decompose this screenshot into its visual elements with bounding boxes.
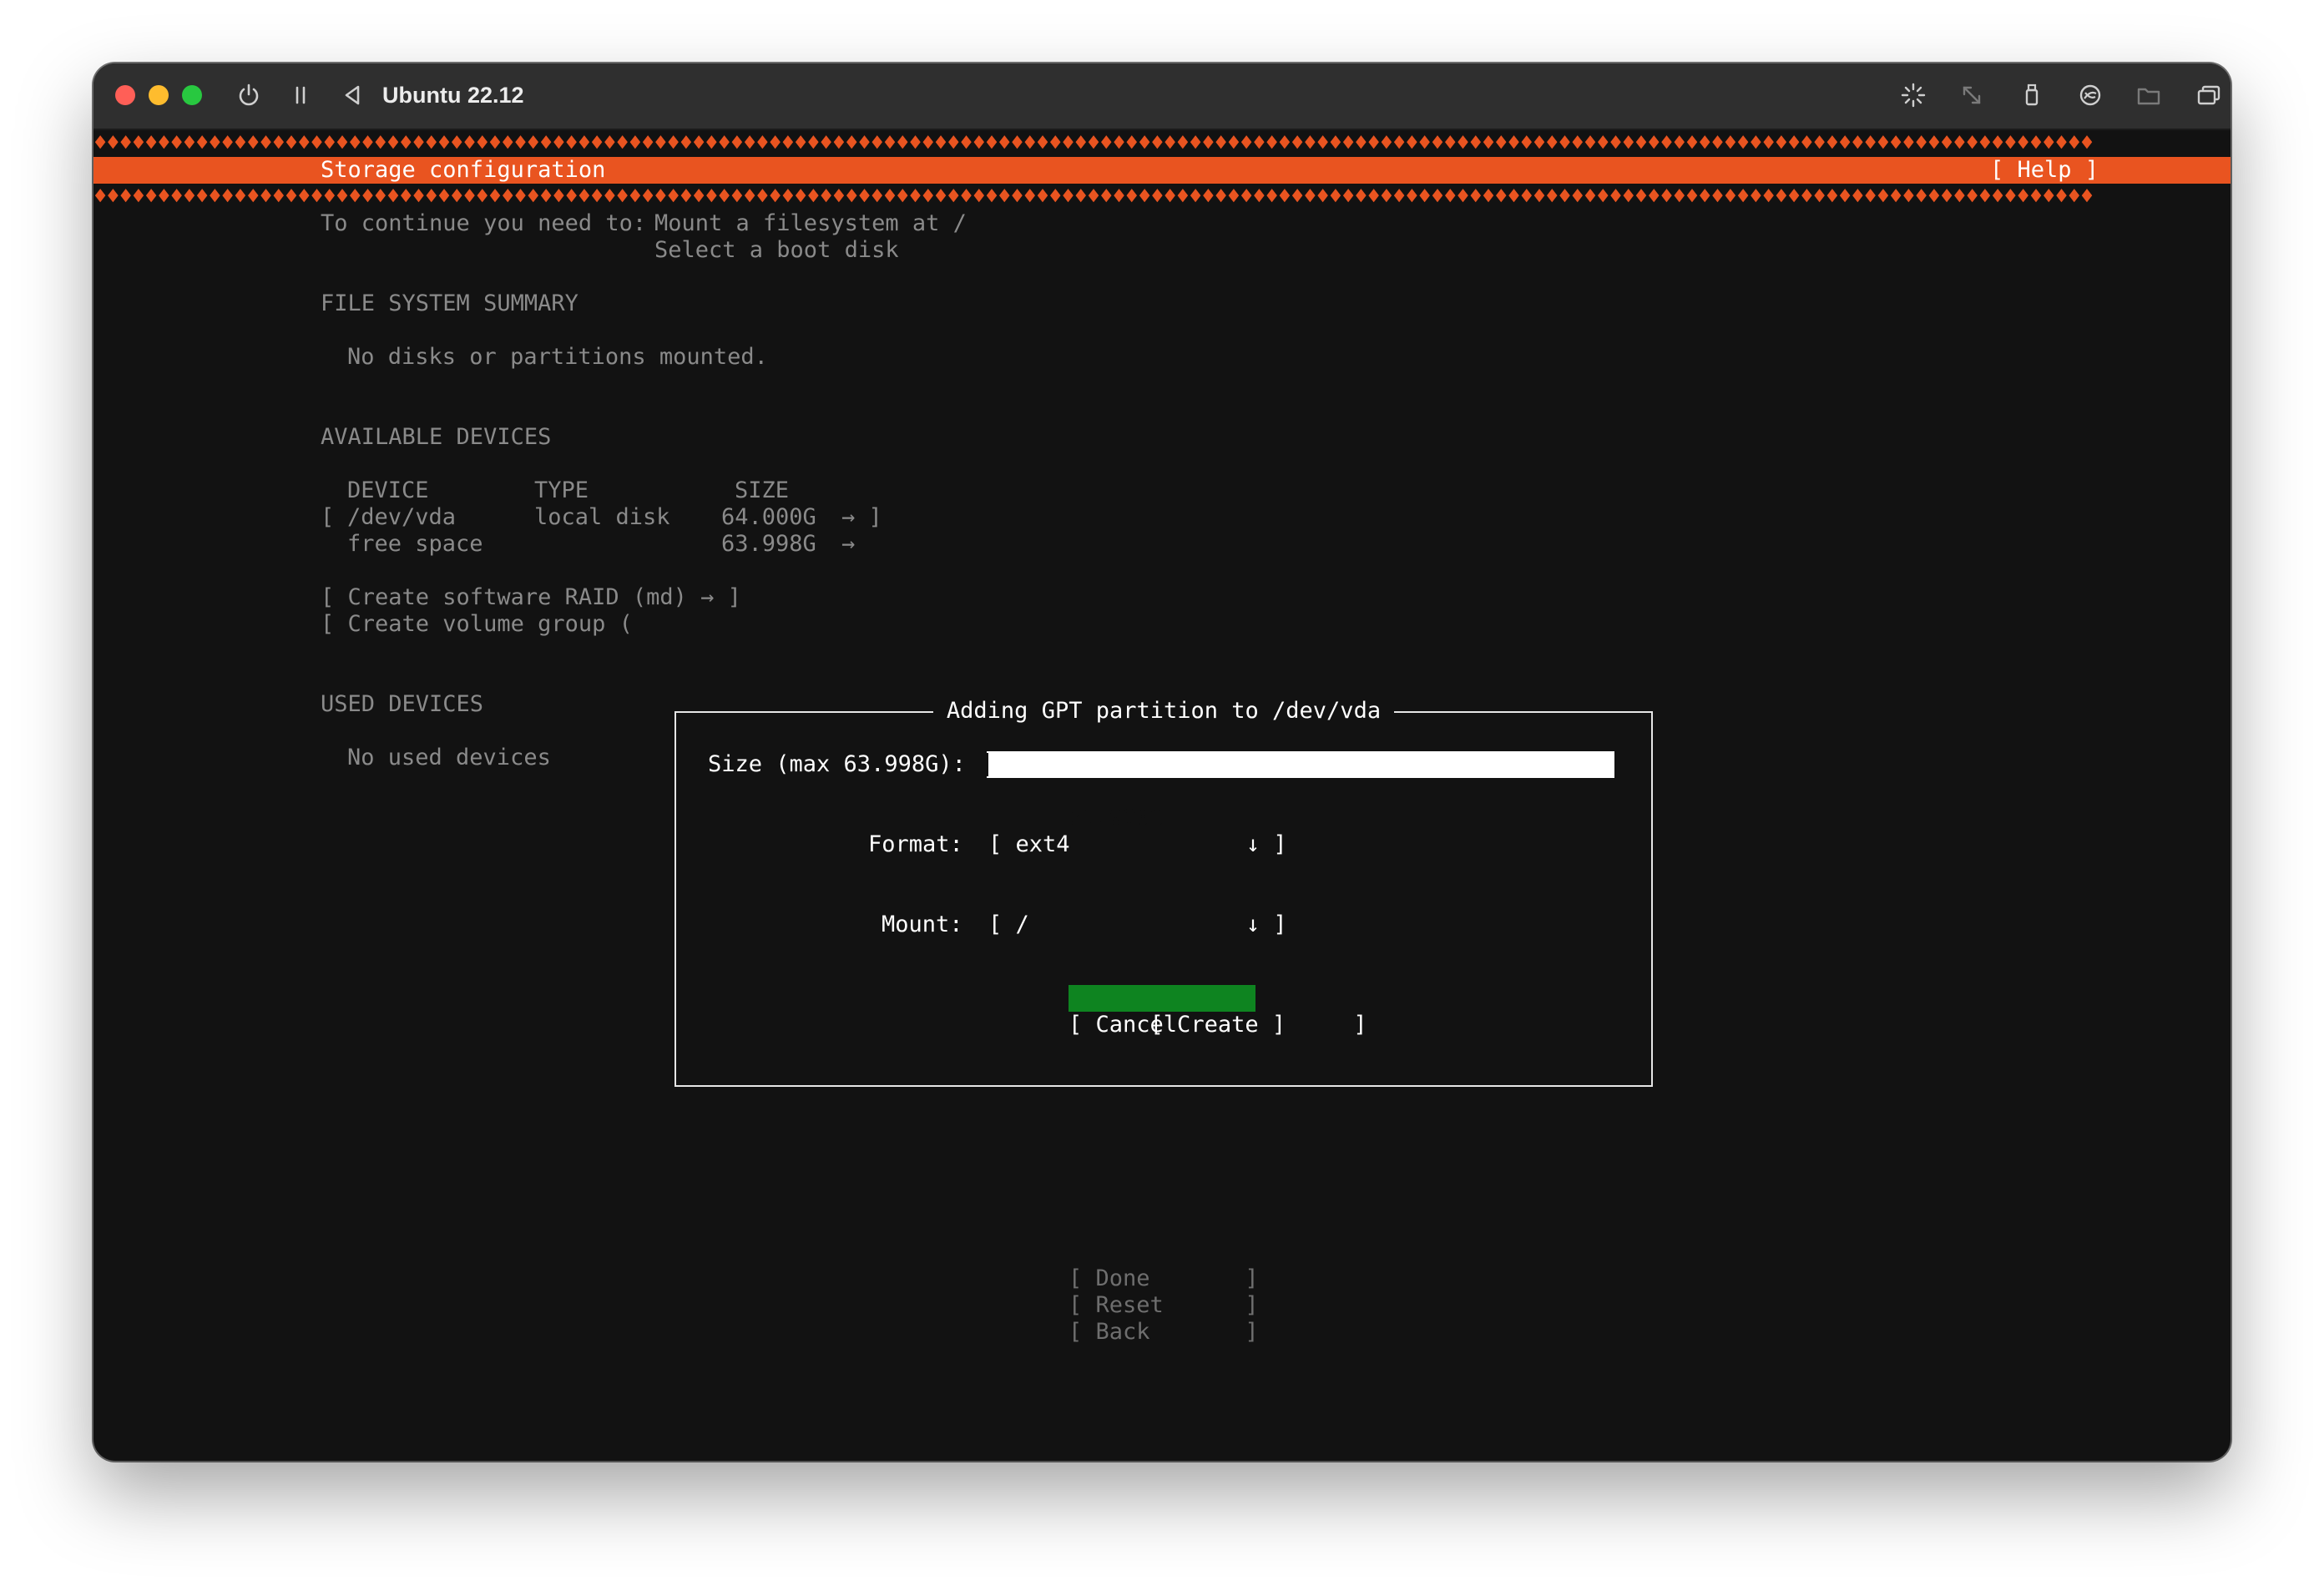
device-row-open: [ (321, 504, 335, 530)
size-label: Size (max 63.998G): (708, 751, 966, 777)
mount-label: Mount: (882, 912, 963, 937)
column-device: DEVICE (347, 477, 429, 503)
window-title: Ubuntu 22.12 (382, 83, 524, 108)
text-cursor (987, 753, 988, 776)
help-button[interactable]: [ Help ] (1990, 157, 2099, 184)
back-icon[interactable] (336, 78, 369, 112)
fs-summary-empty: No disks or partitions mounted. (347, 344, 768, 370)
done-button[interactable]: [ Done ] (1069, 1265, 1259, 1292)
device-size: 64.000G (721, 504, 816, 530)
vm-window: Ubuntu 22.12 ♦♦♦♦♦♦♦♦♦♦♦♦♦♦♦♦♦♦♦♦♦♦♦♦♦♦♦… (93, 63, 2231, 1461)
create-volume-group-button[interactable]: [ Create volume group ( (321, 611, 633, 638)
header-title: Storage configuration (321, 157, 606, 183)
device-size: 63.998G (721, 531, 816, 557)
back-button[interactable]: [ Back ] (1069, 1319, 1259, 1346)
usb-icon[interactable] (2015, 78, 2049, 112)
zoom-window-button[interactable] (182, 85, 202, 105)
pause-icon[interactable] (284, 78, 317, 112)
format-label: Format: (868, 831, 963, 857)
power-icon[interactable] (232, 78, 265, 112)
device-arrow: → (841, 531, 856, 557)
dialog-title: Adding GPT partition to /dev/vda (676, 698, 1651, 725)
reset-button[interactable]: [ Reset ] (1069, 1292, 1259, 1319)
bottom-decor-rule: ♦♦♦♦♦♦♦♦♦♦♦♦♦♦♦♦♦♦♦♦♦♦♦♦♦♦♦♦♦♦♦♦♦♦♦♦♦♦♦♦… (93, 184, 2094, 210)
title-bar: Ubuntu 22.12 (93, 63, 2231, 130)
device-type: local disk (534, 504, 670, 530)
format-select[interactable]: [ ext4 ↓ ] (988, 831, 1287, 858)
size-input-value: 61.000G (1068, 805, 1164, 831)
continue-step-boot: Select a boot disk (654, 237, 899, 263)
installer-header: Storage configuration [ Help ] (93, 157, 2231, 184)
display-icon[interactable] (2192, 78, 2225, 112)
cancel-button[interactable]: [ Cancel ] (1069, 1012, 1286, 1038)
dialog-title-text: Adding GPT partition to /dev/vda (932, 698, 1395, 724)
create-raid-button[interactable]: [ Create software RAID (md) → ] (321, 584, 741, 611)
device-arrow: → ] (841, 504, 882, 530)
used-devices-heading: USED DEVICES (321, 691, 484, 717)
terminal-screen: ♦♦♦♦♦♦♦♦♦♦♦♦♦♦♦♦♦♦♦♦♦♦♦♦♦♦♦♦♦♦♦♦♦♦♦♦♦♦♦♦… (93, 130, 2231, 1461)
column-type: TYPE (534, 477, 589, 503)
create-button[interactable]: [ Create ] (1069, 985, 1367, 1038)
top-decor-rule: ♦♦♦♦♦♦♦♦♦♦♦♦♦♦♦♦♦♦♦♦♦♦♦♦♦♦♦♦♦♦♦♦♦♦♦♦♦♦♦♦… (93, 130, 2094, 156)
brightness-icon[interactable] (1897, 78, 1930, 112)
used-devices-empty: No used devices (347, 745, 551, 770)
available-devices-heading: AVAILABLE DEVICES (321, 424, 552, 450)
continue-step-mount: Mount a filesystem at / (654, 210, 967, 236)
continue-prefix: To continue you need to: (321, 210, 647, 236)
minimize-window-button[interactable] (149, 85, 169, 105)
column-size: SIZE (735, 477, 790, 503)
resize-icon[interactable] (1955, 78, 1988, 112)
device-name: free space (347, 531, 483, 557)
mount-select[interactable]: [ / ↓ ] (988, 912, 1287, 938)
shared-folder-icon[interactable] (2074, 78, 2107, 112)
device-name: /dev/vda (347, 504, 457, 530)
close-window-button[interactable] (115, 85, 135, 105)
fs-summary-heading: FILE SYSTEM SUMMARY (321, 290, 578, 316)
folder-icon[interactable] (2132, 78, 2165, 112)
size-input[interactable]: 61.000G (987, 751, 1614, 831)
